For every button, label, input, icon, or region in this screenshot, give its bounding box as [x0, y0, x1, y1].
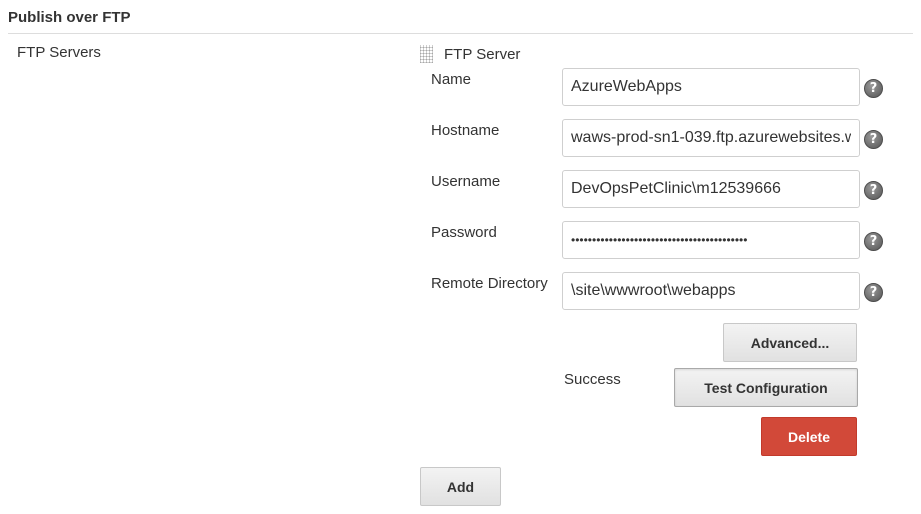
ftp-servers-label: FTP Servers — [17, 44, 101, 61]
advanced-button[interactable]: Advanced... — [723, 323, 857, 362]
delete-button[interactable]: Delete — [761, 417, 857, 456]
hostname-input[interactable] — [562, 119, 860, 157]
password-input[interactable] — [562, 221, 860, 259]
username-input[interactable] — [562, 170, 860, 208]
test-status-text: Success — [564, 371, 621, 388]
test-configuration-button[interactable]: Test Configuration — [674, 368, 858, 407]
section-divider — [8, 33, 913, 34]
name-input[interactable] — [562, 68, 860, 106]
help-icon[interactable]: ? — [864, 232, 883, 251]
ftp-server-block-title: FTP Server — [444, 46, 521, 63]
section-title: Publish over FTP — [8, 9, 131, 26]
publish-over-ftp-section: Publish over FTP FTP Servers FTP Server … — [0, 0, 921, 514]
password-label: Password — [431, 224, 497, 241]
help-icon[interactable]: ? — [864, 79, 883, 98]
help-icon[interactable]: ? — [864, 130, 883, 149]
remote-directory-input[interactable] — [562, 272, 860, 310]
remote-directory-label: Remote Directory — [431, 275, 548, 292]
add-button[interactable]: Add — [420, 467, 501, 506]
username-label: Username — [431, 173, 501, 190]
hostname-label: Hostname — [431, 122, 500, 139]
help-icon[interactable]: ? — [864, 283, 883, 302]
help-icon[interactable]: ? — [864, 181, 883, 200]
drag-handle-icon[interactable] — [420, 45, 433, 63]
name-label: Name — [431, 71, 472, 88]
